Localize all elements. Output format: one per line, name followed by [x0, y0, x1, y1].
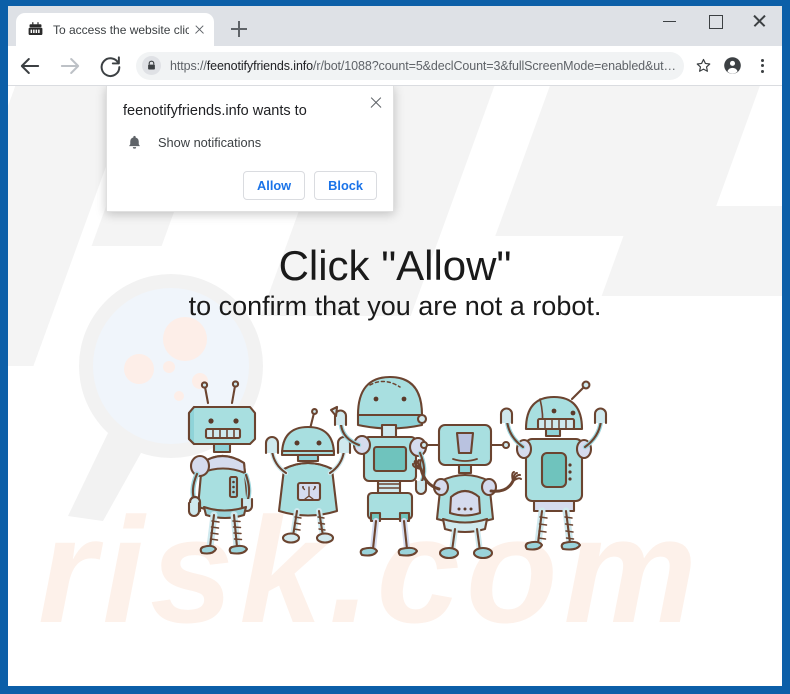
- page-subtitle: to confirm that you are not a robot.: [188, 291, 602, 322]
- close-button[interactable]: [737, 6, 782, 36]
- page-viewport: risk.com Click "Allow" to confirm that y…: [8, 86, 782, 686]
- browser-tab[interactable]: To access the website click the "A: [16, 13, 214, 46]
- browser-toolbar: https://feenotifyfriends.info/r/bot/1088…: [8, 46, 782, 86]
- tab-title: To access the website click the "A: [53, 22, 189, 37]
- address-bar-url: https://feenotifyfriends.info/r/bot/1088…: [170, 59, 676, 73]
- window-controls: [647, 6, 782, 46]
- bell-icon: [123, 134, 145, 151]
- page-heading-block: Click "Allow" to confirm that you are no…: [8, 242, 782, 322]
- block-button[interactable]: Block: [314, 171, 377, 201]
- permission-request-row: Show notifications: [123, 134, 377, 151]
- robot-head-icon: [27, 21, 44, 38]
- star-icon[interactable]: [691, 53, 717, 79]
- page-title: Click "Allow": [278, 242, 512, 289]
- notification-permission-dialog: feenotifyfriends.info wants to Show noti…: [106, 86, 394, 213]
- minimize-button[interactable]: [647, 6, 692, 36]
- reload-icon[interactable]: [96, 52, 124, 80]
- permission-request-label: Show notifications: [158, 135, 262, 151]
- three-dot-menu-icon[interactable]: [749, 53, 775, 79]
- close-dialog-icon[interactable]: [367, 94, 385, 112]
- browser-window: To access the website click the "A: [0, 0, 790, 694]
- tab-strip: To access the website click the "A: [8, 6, 782, 46]
- forward-icon: [56, 52, 84, 80]
- close-tab-icon[interactable]: [191, 21, 208, 38]
- url-domain: feenotifyfriends.info: [206, 58, 314, 73]
- five-robots-illustration: [8, 371, 782, 571]
- permission-dialog-title: feenotifyfriends.info wants to: [123, 103, 307, 119]
- lock-icon[interactable]: [142, 56, 161, 75]
- allow-button[interactable]: Allow: [243, 171, 306, 201]
- url-path: /r/bot/1088?count=5&declCount=3&fullScre…: [313, 58, 676, 73]
- new-tab-button[interactable]: [224, 14, 254, 44]
- maximize-button[interactable]: [692, 6, 737, 36]
- profile-avatar-icon[interactable]: [720, 53, 746, 79]
- address-bar[interactable]: https://feenotifyfriends.info/r/bot/1088…: [136, 51, 684, 80]
- permission-dialog-actions: Allow Block: [123, 171, 377, 201]
- back-icon[interactable]: [16, 52, 44, 80]
- url-scheme: https://: [170, 58, 207, 73]
